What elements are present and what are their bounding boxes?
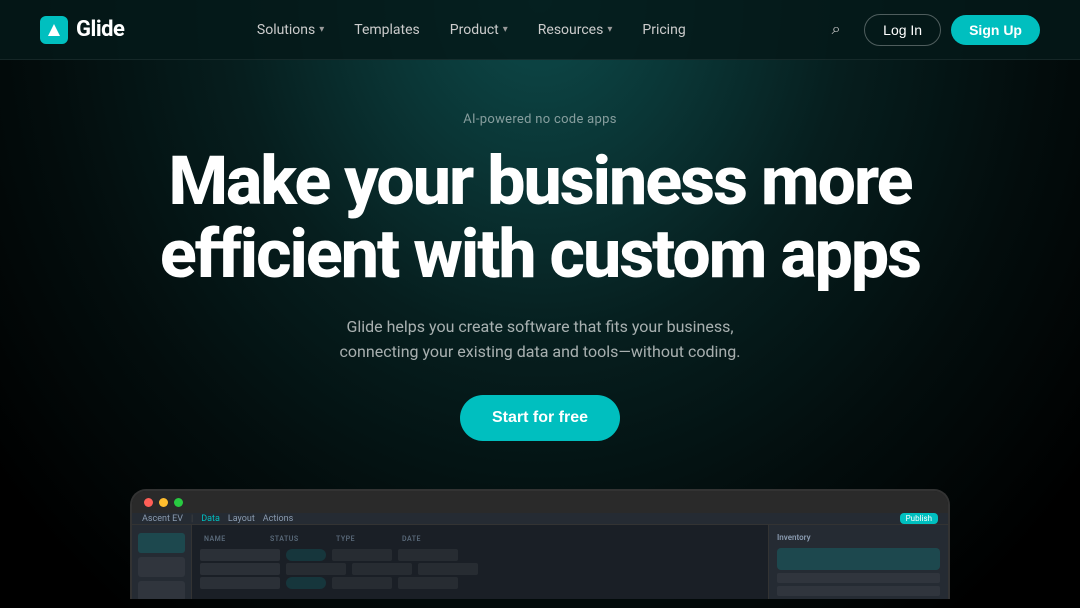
app-right-panel: Inventory	[768, 525, 948, 599]
cell-date	[418, 563, 478, 575]
app-interface: Ascent EV | Data Layout Actions Publish	[132, 513, 948, 599]
nav-templates[interactable]: Templates	[342, 16, 432, 44]
panel-title: Inventory	[777, 533, 940, 542]
chevron-down-icon: ▾	[607, 24, 612, 35]
publish-button[interactable]: Publish	[900, 513, 938, 524]
screen-content: Ascent EV | Data Layout Actions Publish	[132, 513, 948, 599]
hero-badge: AI-powered no code apps	[463, 112, 617, 127]
search-button[interactable]: ⌕	[818, 12, 854, 48]
sidebar-item-data[interactable]	[138, 533, 185, 553]
panel-item-highlighted	[777, 548, 940, 570]
app-toolbar: Ascent EV | Data Layout Actions Publish	[132, 513, 948, 525]
toolbar-tab-actions[interactable]: Actions	[263, 514, 293, 524]
brand-name: Glide	[76, 17, 124, 42]
minimize-icon	[159, 498, 168, 507]
cell-type	[332, 549, 392, 561]
nav-resources[interactable]: Resources ▾	[526, 16, 625, 44]
nav-product[interactable]: Product ▾	[438, 16, 520, 44]
sidebar-item-inventory[interactable]	[138, 581, 185, 599]
nav-links: Solutions ▾ Templates Product ▾ Resource…	[245, 16, 698, 44]
toolbar-tab-layout[interactable]: Layout	[228, 514, 255, 524]
nav-pricing[interactable]: Pricing	[630, 16, 697, 44]
cell-name	[200, 563, 280, 575]
navbar: Glide Solutions ▾ Templates Product ▾ Re…	[0, 0, 1080, 60]
search-icon: ⌕	[832, 21, 841, 39]
app-main: Name Status Type Date	[192, 525, 768, 599]
cell-name	[200, 577, 280, 589]
signup-button[interactable]: Sign Up	[951, 15, 1040, 45]
close-icon	[144, 498, 153, 507]
start-for-free-button[interactable]: Start for free	[460, 395, 620, 441]
cell-date	[398, 577, 458, 589]
app-sidebar	[132, 525, 192, 599]
table-row	[200, 577, 760, 589]
logo[interactable]: Glide	[40, 16, 124, 44]
chevron-down-icon: ▾	[503, 24, 508, 35]
window-controls	[132, 491, 948, 513]
panel-item	[777, 573, 940, 583]
app-body: Name Status Type Date	[132, 525, 948, 599]
cell-type	[352, 563, 412, 575]
col-header-type: Type	[332, 533, 392, 545]
cell-type	[332, 577, 392, 589]
col-header-status: Status	[266, 533, 326, 545]
hero-section: AI-powered no code apps Make your busine…	[0, 60, 1080, 489]
table-row	[200, 563, 760, 575]
cell-status	[286, 563, 346, 575]
table-row	[200, 549, 760, 561]
cell-name	[200, 549, 280, 561]
cell-status	[286, 549, 326, 561]
hero-title: Make your business more efficient with c…	[160, 145, 920, 292]
cell-status	[286, 577, 326, 589]
hero-subtitle: Glide helps you create software that fit…	[325, 314, 755, 365]
panel-item	[777, 586, 940, 596]
cell-date	[398, 549, 458, 561]
laptop-mockup: Ascent EV | Data Layout Actions Publish	[0, 489, 1080, 599]
maximize-icon	[174, 498, 183, 507]
laptop-frame: Ascent EV | Data Layout Actions Publish	[130, 489, 950, 599]
nav-solutions[interactable]: Solutions ▾	[245, 16, 336, 44]
col-header-date: Date	[398, 533, 458, 545]
table-header: Name Status Type Date	[200, 533, 760, 545]
sidebar-item-users[interactable]	[138, 557, 185, 577]
col-header-name: Name	[200, 533, 260, 545]
app-name: Ascent EV	[142, 514, 183, 524]
login-button[interactable]: Log In	[864, 14, 941, 46]
toolbar-tab-data[interactable]: Data	[201, 514, 220, 524]
chevron-down-icon: ▾	[319, 24, 324, 35]
toolbar-separator: |	[191, 514, 193, 524]
nav-actions: ⌕ Log In Sign Up	[818, 12, 1040, 48]
